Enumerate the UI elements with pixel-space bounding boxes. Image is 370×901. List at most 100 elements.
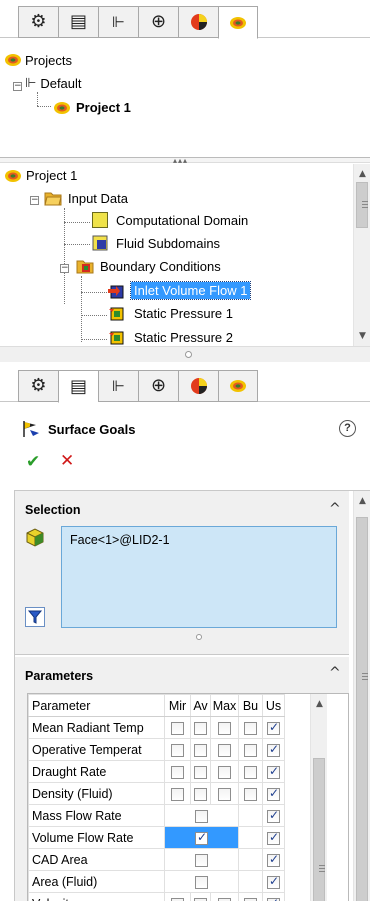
collapse-chevron-icon[interactable]: ^: [329, 501, 341, 517]
use-checkbox[interactable]: [267, 830, 280, 845]
avg-checkbox[interactable]: [194, 787, 207, 801]
column-header[interactable]: Av: [190, 694, 211, 717]
display-manager-tab[interactable]: [178, 6, 218, 38]
table-row[interactable]: Velocity: [28, 892, 285, 901]
table-row[interactable]: Mean Radiant Temp: [28, 716, 285, 739]
resize-dot[interactable]: [185, 351, 192, 358]
use-checkbox[interactable]: [267, 720, 280, 735]
min-checkbox[interactable]: [171, 897, 184, 901]
checkbox-cell: [164, 826, 239, 849]
value-checkbox[interactable]: [195, 853, 208, 867]
scroll-up-icon[interactable]: ▲: [311, 696, 328, 712]
configuration-manager-tab[interactable]: ⊩: [98, 6, 138, 38]
table-row[interactable]: CAD Area: [28, 848, 285, 871]
checkbox-cell: [210, 782, 239, 805]
table-row[interactable]: Volume Flow Rate: [28, 826, 285, 849]
table-row[interactable]: Draught Rate: [28, 760, 285, 783]
table-row[interactable]: Density (Fluid): [28, 782, 285, 805]
use-checkbox[interactable]: [267, 808, 280, 823]
selected-face-item[interactable]: Face<1>@LID2-1: [70, 533, 170, 547]
scroll-up-icon[interactable]: ▲: [354, 166, 370, 182]
bulk-checkbox[interactable]: [244, 765, 257, 779]
avg-checkbox[interactable]: [194, 897, 207, 901]
max-checkbox[interactable]: [218, 787, 231, 801]
max-checkbox[interactable]: [218, 765, 231, 779]
projects-root[interactable]: Projects: [4, 52, 72, 68]
scroll-thumb[interactable]: [356, 182, 368, 228]
min-checkbox[interactable]: [171, 787, 184, 801]
bulk-checkbox[interactable]: [244, 897, 257, 901]
check-icon[interactable]: ✔: [26, 452, 40, 472]
property-manager-tab[interactable]: ▤: [58, 6, 98, 38]
column-header[interactable]: Parameter: [28, 694, 165, 717]
column-header[interactable]: Max: [210, 694, 239, 717]
bulk-checkbox[interactable]: [244, 743, 257, 757]
bc-item-static-pressure-1[interactable]: Static Pressure 1: [108, 305, 233, 321]
configuration-manager-icon: ⊩: [111, 376, 126, 395]
table-row[interactable]: Area (Fluid): [28, 870, 285, 893]
close-icon[interactable]: ✕: [60, 451, 74, 471]
collapse-icon[interactable]: −: [30, 196, 39, 205]
scroll-thumb[interactable]: [356, 517, 368, 901]
table-row[interactable]: Operative Temperat: [28, 738, 285, 761]
value-checkbox[interactable]: [195, 830, 208, 845]
bc-item-static-pressure-2[interactable]: Static Pressure 2: [108, 329, 233, 345]
use-checkbox[interactable]: [267, 852, 280, 867]
project-item[interactable]: Project 1: [53, 100, 131, 115]
property-panel-scrollbar[interactable]: ▲: [353, 491, 370, 901]
resize-dot[interactable]: [196, 634, 202, 640]
min-checkbox[interactable]: [171, 721, 184, 735]
min-checkbox[interactable]: [171, 765, 184, 779]
bulk-checkbox[interactable]: [244, 721, 257, 735]
avg-checkbox[interactable]: [194, 721, 207, 735]
help-icon[interactable]: ?: [339, 420, 356, 437]
max-checkbox[interactable]: [218, 743, 231, 757]
max-checkbox[interactable]: [218, 897, 231, 901]
collapse-icon[interactable]: −: [13, 82, 22, 91]
analysis-tree-scrollbar[interactable]: ▲ ▼: [353, 164, 370, 346]
feature-manager-tab[interactable]: ⚙: [18, 6, 58, 38]
value-checkbox[interactable]: [195, 875, 208, 889]
value-checkbox[interactable]: [195, 809, 208, 823]
parameters-table-scrollbar[interactable]: ▲: [310, 694, 327, 901]
bulk-checkbox[interactable]: [244, 787, 257, 801]
configuration-manager-tab[interactable]: ⊩: [98, 370, 138, 402]
property-manager-tab[interactable]: ▤: [58, 370, 98, 403]
max-checkbox[interactable]: [218, 721, 231, 735]
bc-item-inlet[interactable]: Inlet Volume Flow 1: [108, 281, 252, 300]
min-checkbox[interactable]: [171, 743, 184, 757]
flow-simulation-tab[interactable]: [218, 370, 258, 402]
column-header[interactable]: Mir: [164, 694, 191, 717]
column-header[interactable]: Bu: [238, 694, 263, 717]
analysis-project[interactable]: Project 1: [4, 168, 77, 183]
use-checkbox[interactable]: [267, 896, 280, 901]
scroll-up-icon[interactable]: ▲: [354, 493, 370, 509]
bc-item-label: Inlet Volume Flow 1: [129, 281, 252, 300]
collapse-chevron-icon[interactable]: ^: [329, 665, 341, 681]
display-manager-tab[interactable]: [178, 370, 218, 402]
table-row[interactable]: Mass Flow Rate: [28, 804, 285, 827]
use-checkbox[interactable]: [267, 764, 280, 779]
collapse-icon[interactable]: −: [60, 264, 69, 273]
dimxpert-tab[interactable]: ⊕: [138, 6, 178, 38]
computational-domain-item[interactable]: Computational Domain: [92, 212, 248, 228]
use-checkbox[interactable]: [267, 742, 280, 757]
checkbox-cell: [238, 760, 263, 783]
config-default[interactable]: ⊩ Default: [25, 76, 82, 91]
flow-simulation-tab[interactable]: [218, 6, 258, 39]
avg-checkbox[interactable]: [194, 765, 207, 779]
use-checkbox[interactable]: [267, 874, 280, 889]
avg-checkbox[interactable]: [194, 743, 207, 757]
pane-splitter[interactable]: ▴▴▴: [0, 156, 370, 165]
input-data-item[interactable]: Input Data: [44, 190, 128, 206]
dimxpert-tab[interactable]: ⊕: [138, 370, 178, 402]
selection-list-box[interactable]: Face<1>@LID2-1: [61, 526, 337, 628]
fluid-subdomains-item[interactable]: Fluid Subdomains: [92, 235, 220, 251]
feature-manager-tab[interactable]: ⚙: [18, 370, 58, 402]
boundary-conditions-item[interactable]: Boundary Conditions: [76, 258, 221, 274]
scroll-thumb[interactable]: [313, 758, 325, 901]
filter-button[interactable]: [25, 607, 45, 627]
scroll-down-icon[interactable]: ▼: [354, 328, 370, 344]
use-checkbox[interactable]: [267, 786, 280, 801]
column-header[interactable]: Us: [262, 694, 285, 717]
